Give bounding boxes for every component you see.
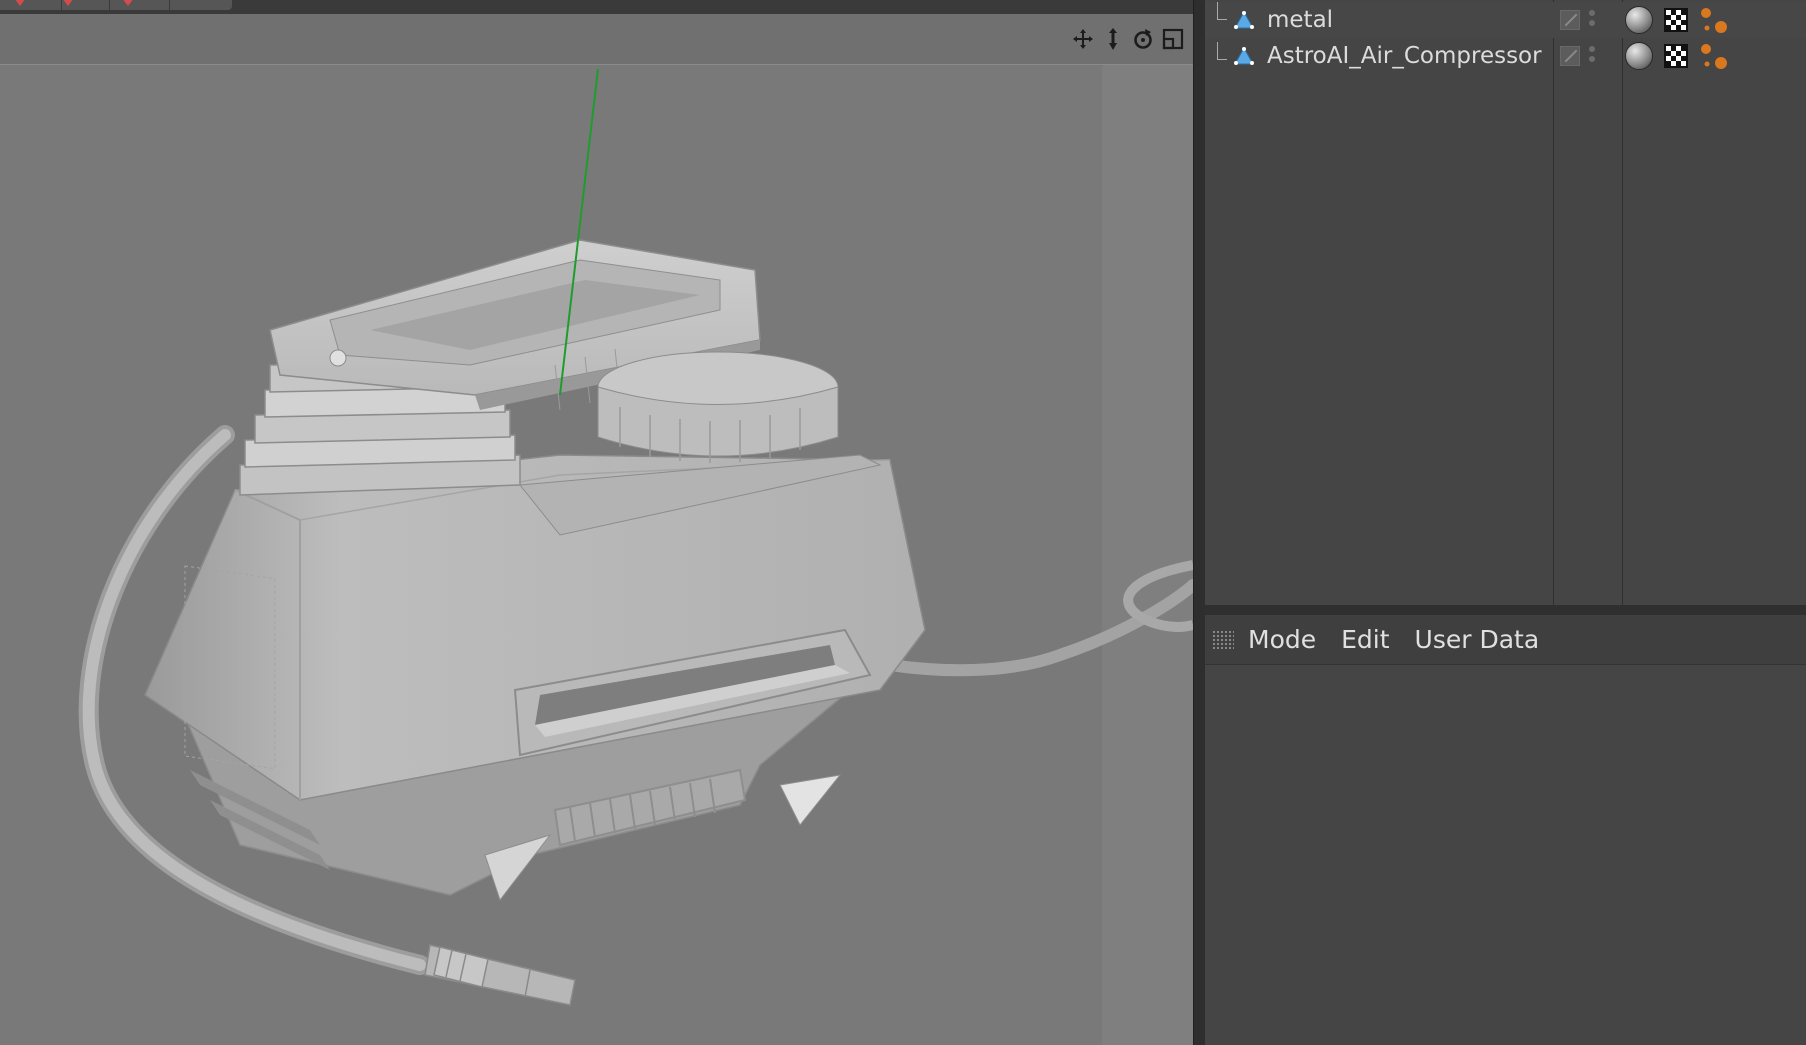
layer-icon[interactable] [1560, 46, 1580, 66]
move-view-icon[interactable] [1071, 26, 1095, 52]
column-separator [1553, 0, 1554, 605]
air-compressor-model [78, 68, 1193, 1006]
object-row[interactable]: metal [1205, 2, 1806, 38]
top-toolbar-tabs [0, 0, 232, 10]
polygon-object-icon [1234, 46, 1254, 65]
maximize-view-icon[interactable] [1161, 26, 1185, 52]
node-tag-icon[interactable] [1699, 6, 1729, 34]
menu-edit[interactable]: Edit [1341, 625, 1389, 654]
grip-icon[interactable] [1212, 629, 1234, 650]
viewport-navigation [1071, 26, 1185, 52]
checker-texture-icon[interactable] [1664, 8, 1688, 32]
pressure-dial [597, 351, 839, 463]
toolbar-tab[interactable] [48, 0, 110, 10]
object-manager: metal AstroAI_Air_Compressor [1205, 0, 1806, 605]
power-cable [884, 579, 1193, 677]
layer-icon[interactable] [1560, 10, 1580, 30]
visibility-dots-icon[interactable] [1589, 10, 1597, 32]
menu-user-data[interactable]: User Data [1415, 625, 1540, 654]
panel-divider-horizontal[interactable] [1205, 605, 1806, 615]
polygon-object-icon [1234, 10, 1254, 29]
node-tag-icon[interactable] [1699, 42, 1729, 70]
tree-branch [1217, 42, 1227, 60]
material-sphere-icon[interactable] [1625, 6, 1653, 34]
3d-viewport[interactable] [0, 65, 1193, 1045]
zoom-view-icon[interactable] [1101, 26, 1125, 52]
tree-branch [1217, 2, 1227, 20]
attribute-menubar: Mode Edit User Data [1205, 615, 1806, 665]
viewport-header [0, 14, 1193, 65]
checker-texture-icon[interactable] [1664, 44, 1688, 68]
toolbar-tab[interactable] [108, 0, 170, 10]
column-separator [1622, 0, 1623, 605]
object-row[interactable]: AstroAI_Air_Compressor [1205, 38, 1806, 74]
red-marker-icon [62, 0, 74, 6]
object-name[interactable]: AstroAI_Air_Compressor [1267, 43, 1542, 69]
visibility-dots-icon[interactable] [1589, 46, 1597, 68]
object-name[interactable]: metal [1267, 7, 1333, 33]
menu-mode[interactable]: Mode [1248, 625, 1316, 654]
attribute-manager: Mode Edit User Data [1205, 615, 1806, 1045]
red-marker-icon [122, 0, 134, 6]
hose-nozzle [424, 944, 576, 1006]
panel-divider-vertical[interactable] [1193, 0, 1205, 1045]
top-toolbar-strip [0, 0, 1193, 14]
material-sphere-icon[interactable] [1625, 42, 1653, 70]
red-marker-icon [14, 0, 26, 6]
rotate-view-icon[interactable] [1131, 26, 1155, 52]
